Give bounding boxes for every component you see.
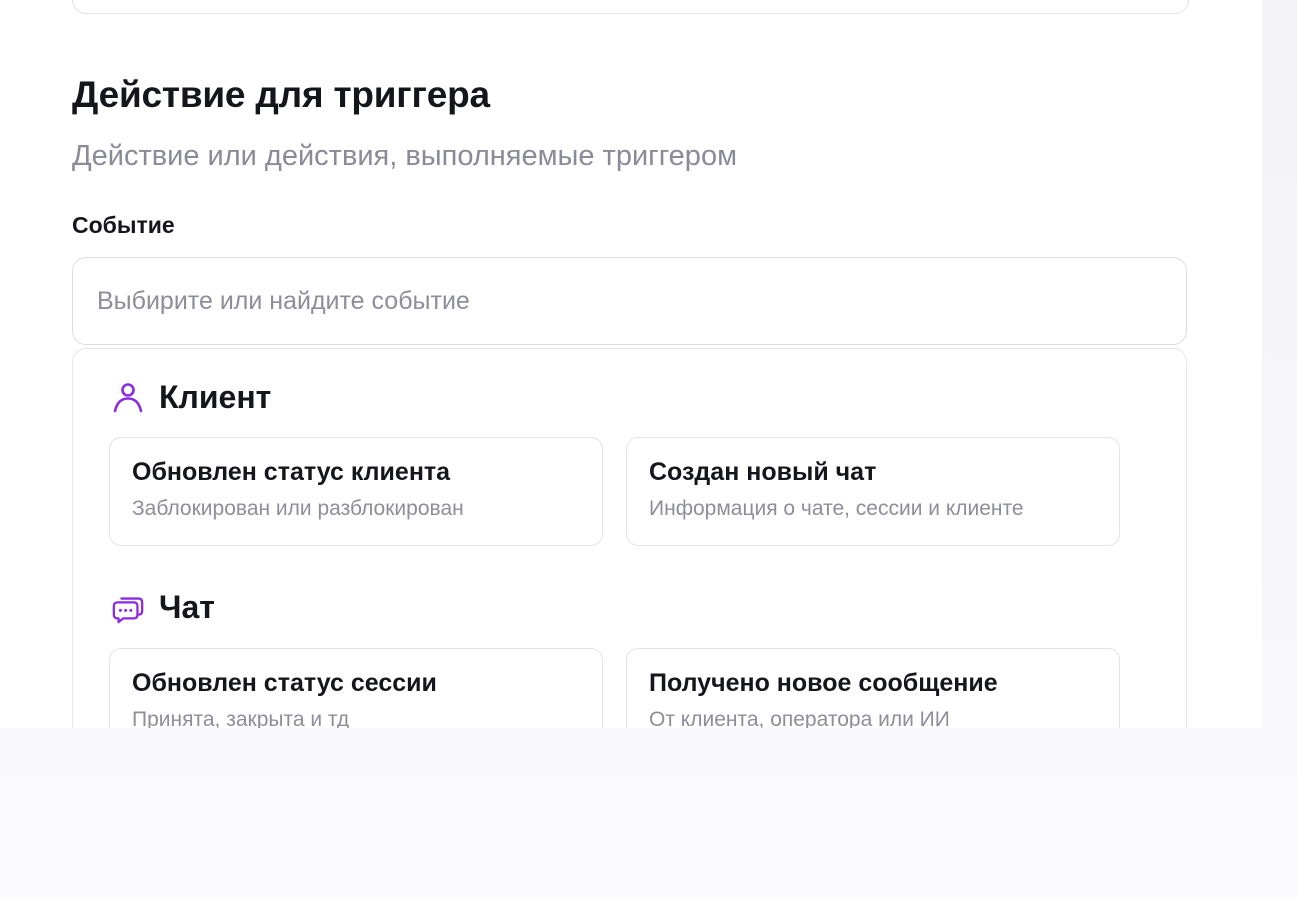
group-title-client: Клиент — [159, 379, 272, 415]
event-card-description: От клиента, оператора или ИИ — [649, 708, 950, 728]
event-card-new-chat-created[interactable]: Создан новый чат Информация о чате, сесс… — [626, 437, 1120, 546]
event-card-title: Создан новый чат — [649, 458, 877, 486]
group-header-chat: Чат — [111, 589, 215, 626]
event-card-title: Обновлен статус сессии — [132, 669, 437, 697]
event-card-client-status-updated[interactable]: Обновлен статус клиента Заблокирован или… — [109, 437, 603, 546]
event-card-description: Заблокирован или разблокирован — [132, 497, 464, 520]
event-search-input[interactable] — [72, 257, 1187, 345]
event-card-description: Информация о чате, сессии и клиенте — [649, 497, 1024, 520]
event-dropdown: Клиент Обновлен статус клиента Заблокиро… — [72, 348, 1187, 728]
event-card-session-status-updated[interactable]: Обновлен статус сессии Принята, закрыта … — [109, 648, 603, 728]
group-header-client: Клиент — [111, 379, 271, 416]
event-field-label: Событие — [72, 212, 175, 238]
section-title: Действие для триггера — [72, 74, 490, 115]
event-card-description: Принята, закрыта и тд — [132, 708, 350, 728]
section-subtitle: Действие или действия, выполняемые тригг… — [72, 140, 738, 172]
chat-icon — [111, 591, 145, 625]
event-card-new-message-received[interactable]: Получено новое сообщение От клиента, опе… — [626, 648, 1120, 728]
trigger-settings-panel: Действие для триггера Действие или дейст… — [0, 0, 1262, 728]
group-title-chat: Чат — [159, 589, 215, 625]
event-card-title: Обновлен статус клиента — [132, 458, 451, 486]
user-icon — [111, 381, 145, 415]
event-card-title: Получено новое сообщение — [649, 669, 998, 697]
previous-field[interactable] — [72, 0, 1189, 14]
